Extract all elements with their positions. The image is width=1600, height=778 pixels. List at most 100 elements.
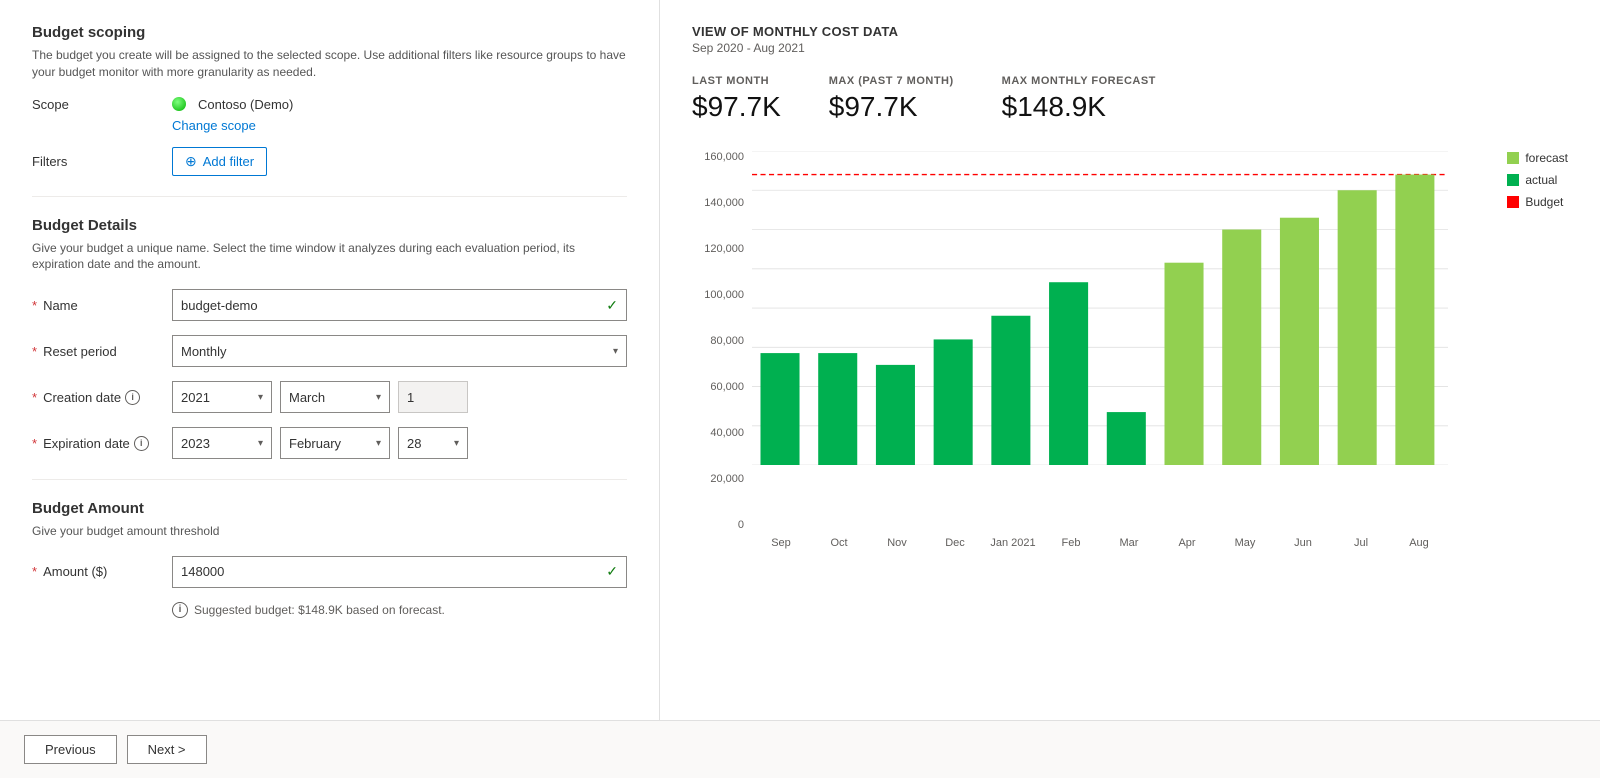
x-label-oct: Oct: [810, 537, 868, 549]
legend-budget: Budget: [1507, 195, 1568, 209]
scope-label: Scope: [32, 97, 172, 112]
next-button[interactable]: Next >: [127, 735, 207, 764]
x-label-aug: Aug: [1390, 537, 1448, 549]
footer: Previous Next >: [0, 720, 1600, 778]
budget-amount-section: Budget Amount Give your budget amount th…: [32, 500, 627, 618]
creation-day-value: 1: [407, 390, 414, 405]
amount-input-value: 148000: [181, 564, 224, 579]
creation-month-chevron: ▾: [376, 392, 381, 403]
x-label-jul: Jul: [1332, 537, 1390, 549]
creation-year-value: 2021: [181, 390, 210, 405]
metric-max-past-label: MAX (PAST 7 MONTH): [829, 75, 954, 87]
budget-scoping-title: Budget scoping: [32, 24, 627, 41]
y-label-0: 0: [738, 519, 744, 531]
amount-input[interactable]: 148000 ✓: [172, 556, 627, 588]
name-input-value: budget-demo: [181, 298, 258, 313]
reset-period-row: * Reset period Monthly ▾: [32, 335, 627, 367]
expiration-date-row: * Expiration date i 2023 ▾ February ▾ 28: [32, 427, 627, 459]
budget-amount-title: Budget Amount: [32, 500, 627, 517]
expiration-date-fields: 2023 ▾ February ▾ 28 ▾: [172, 427, 627, 459]
chart-legend: forecast actual Budget: [1507, 151, 1568, 209]
x-label-jun: Jun: [1274, 537, 1332, 549]
name-input[interactable]: budget-demo ✓: [172, 289, 627, 321]
legend-budget-label: Budget: [1525, 195, 1563, 209]
expiration-day-select[interactable]: 28 ▾: [398, 427, 468, 459]
creation-year-select[interactable]: 2021 ▾: [172, 381, 272, 413]
budget-scoping-desc: The budget you create will be assigned t…: [32, 47, 627, 81]
metric-max-past-value: $97.7K: [829, 91, 954, 123]
reset-period-label: * Reset period: [32, 344, 172, 359]
creation-month-value: March: [289, 390, 325, 405]
amount-row: * Amount ($) 148000 ✓: [32, 556, 627, 588]
metric-max-past: MAX (PAST 7 MONTH) $97.7K: [829, 75, 954, 123]
x-label-apr: Apr: [1158, 537, 1216, 549]
expiration-year-chevron: ▾: [258, 438, 263, 449]
x-axis: Sep Oct Nov Dec Jan 2021 Feb Mar Apr May…: [752, 531, 1448, 571]
amount-check-icon: ✓: [606, 563, 618, 580]
expiration-date-label: * Expiration date i: [32, 436, 172, 451]
chart-svg: [752, 151, 1448, 465]
x-label-mar: Mar: [1100, 537, 1158, 549]
y-label-80k: 80,000: [710, 335, 744, 347]
filter-plus-icon: ⊕: [185, 153, 197, 170]
legend-actual: actual: [1507, 173, 1568, 187]
reset-required-star: *: [32, 344, 37, 359]
creation-day-input[interactable]: 1: [398, 381, 468, 413]
expiration-info-icon[interactable]: i: [134, 436, 149, 451]
y-label-60k: 60,000: [710, 381, 744, 393]
suggested-budget-text: Suggested budget: $148.9K based on forec…: [194, 603, 445, 617]
add-filter-button[interactable]: ⊕ Add filter: [172, 147, 267, 176]
add-filter-label: Add filter: [203, 154, 254, 169]
reset-field-container: Monthly ▾: [172, 335, 627, 367]
creation-month-select[interactable]: March ▾: [280, 381, 390, 413]
reset-chevron-icon: ▾: [613, 346, 618, 357]
left-panel: Budget scoping The budget you create wil…: [0, 0, 660, 720]
creation-info-icon[interactable]: i: [125, 390, 140, 405]
divider-1: [32, 196, 627, 197]
x-label-feb: Feb: [1042, 537, 1100, 549]
chart-container: 160,000 140,000 120,000 100,000 80,000 6…: [692, 151, 1568, 571]
x-label-dec: Dec: [926, 537, 984, 549]
metric-last-month: LAST MONTH $97.7K: [692, 75, 781, 123]
expiration-year-select[interactable]: 2023 ▾: [172, 427, 272, 459]
previous-button[interactable]: Previous: [24, 735, 117, 764]
legend-forecast-label: forecast: [1525, 151, 1568, 165]
scope-text: Contoso (Demo): [198, 97, 293, 112]
metric-last-month-value: $97.7K: [692, 91, 781, 123]
amount-required-star: *: [32, 564, 37, 579]
change-scope-link[interactable]: Change scope: [172, 118, 627, 133]
x-label-nov: Nov: [868, 537, 926, 549]
reset-period-select[interactable]: Monthly ▾: [172, 335, 627, 367]
scope-indicator-icon: [172, 97, 186, 111]
scope-value-container: Contoso (Demo): [172, 97, 627, 112]
metric-last-month-label: LAST MONTH: [692, 75, 781, 87]
expiration-required-star: *: [32, 436, 37, 451]
x-label-jan: Jan 2021: [984, 537, 1042, 549]
x-label-may: May: [1216, 537, 1274, 549]
y-label-140k: 140,000: [704, 197, 744, 209]
name-field-container: budget-demo ✓: [172, 289, 627, 321]
suggested-budget-row: i Suggested budget: $148.9K based on for…: [172, 602, 627, 618]
legend-forecast: forecast: [1507, 151, 1568, 165]
legend-forecast-dot: [1507, 152, 1519, 164]
y-label-100k: 100,000: [704, 289, 744, 301]
suggested-info-icon: i: [172, 602, 188, 618]
legend-budget-dot: [1507, 196, 1519, 208]
metric-max-forecast: MAX MONTHLY FORECAST $148.9K: [1002, 75, 1156, 123]
creation-date-fields: 2021 ▾ March ▾ 1: [172, 381, 627, 413]
y-label-20k: 20,000: [710, 473, 744, 485]
expiration-month-value: February: [289, 436, 341, 451]
creation-year-chevron: ▾: [258, 392, 263, 403]
name-check-icon: ✓: [606, 297, 618, 314]
metric-max-forecast-value: $148.9K: [1002, 91, 1156, 123]
filters-value: ⊕ Add filter: [172, 147, 627, 176]
budget-scoping-section: Budget scoping The budget you create wil…: [32, 24, 627, 176]
name-label: * Name: [32, 298, 172, 313]
expiration-month-select[interactable]: February ▾: [280, 427, 390, 459]
chart-title: VIEW OF MONTHLY COST DATA: [692, 24, 1568, 39]
filters-row: Filters ⊕ Add filter: [32, 147, 627, 176]
legend-actual-dot: [1507, 174, 1519, 186]
y-axis: 160,000 140,000 120,000 100,000 80,000 6…: [692, 151, 752, 531]
reset-period-value: Monthly: [181, 344, 227, 359]
creation-required-star: *: [32, 390, 37, 405]
